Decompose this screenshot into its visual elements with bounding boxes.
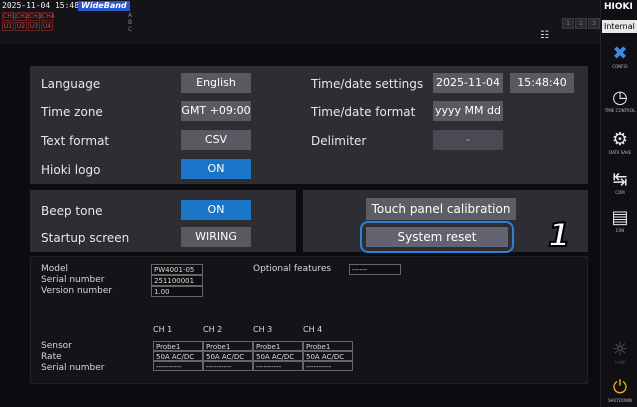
channel-indicators: CH1 CH2 CH3 CH4 U1 U2 U3 U4 [2, 12, 55, 31]
page-box[interactable]: 2 [575, 18, 587, 29]
version-label: Version number [41, 286, 113, 296]
beep-label: Beep tone [41, 204, 103, 218]
serial-cell: ---------- [203, 361, 253, 371]
beep-toggle[interactable]: ON [181, 200, 251, 220]
can-icon: ▤ [611, 207, 629, 228]
mini-indicator: A B C [128, 12, 133, 33]
rate-cell: 50A AC/DC [153, 351, 203, 361]
serial-cell: ---------- [303, 361, 353, 371]
logo-label: Hioki logo [41, 163, 101, 177]
channel-indicator: CH4 [41, 12, 55, 21]
network-icon: ☷ [540, 30, 549, 41]
status-bar: 2025-11-04 15:48:40 WideBand CH1 CH2 CH3… [0, 0, 613, 44]
sensor-table: Probe1 Probe1 Probe1 Probe1 50A AC/DC 50… [153, 341, 353, 371]
language-select[interactable]: English [181, 73, 251, 93]
channel-header: CH 3 [253, 325, 273, 334]
delimiter-select[interactable]: - [433, 130, 503, 150]
rate-cell: 50A AC/DC [303, 351, 353, 361]
channel-header: CH 2 [203, 325, 223, 334]
mode-badge: WideBand [78, 1, 130, 11]
options-value: ------ [349, 264, 401, 275]
date-field[interactable]: 2025-11-04 [433, 73, 503, 93]
sidebar-item-lamp[interactable]: ☼ LAMP [603, 340, 637, 366]
startup-label: Startup screen [41, 231, 130, 245]
channel-header: CH 1 [153, 325, 173, 334]
rate-label: Rate [41, 352, 62, 362]
delimiter-label: Delimiter [311, 134, 367, 148]
textformat-select[interactable]: CSV [181, 130, 251, 150]
channel-indicator: CH1 [2, 12, 16, 21]
device-info-panel: Model PW4001-05 Serial number 251100001 … [30, 256, 588, 384]
sidebar-item-time-control[interactable]: ◷ TIME CONTROL [603, 88, 637, 114]
page-box[interactable]: 3 [588, 18, 600, 29]
sidebar-item-com[interactable]: ↹ COM [603, 170, 637, 196]
channel-indicator: U3 [28, 22, 40, 31]
language-label: Language [41, 77, 101, 91]
sidebar-item-can[interactable]: ▤ CAN [603, 208, 637, 234]
rate-cell: 50A AC/DC [203, 351, 253, 361]
lamp-icon: ☼ [611, 339, 629, 360]
clock-icon: ◷ [612, 87, 628, 108]
sensor-cell: Probe1 [203, 341, 253, 351]
system-reset-button[interactable]: System reset [366, 227, 508, 247]
serial-label: Serial number [41, 275, 105, 285]
timeformat-select[interactable]: yyyy MM dd [433, 101, 503, 121]
textformat-label: Text format [41, 134, 110, 148]
channel-indicator: CH3 [28, 12, 42, 21]
sensor-cell: Probe1 [303, 341, 353, 351]
step-callout: 1 [547, 215, 571, 255]
com-icon: ↹ [612, 169, 628, 190]
tools-icon: ✖ [612, 43, 628, 64]
time-field[interactable]: 15:48:40 [510, 73, 574, 93]
touch-calibration-button[interactable]: Touch panel calibration [366, 198, 516, 220]
channel-header: CH 4 [303, 325, 323, 334]
channel-indicator: CH2 [15, 12, 29, 21]
logo-toggle[interactable]: ON [181, 159, 251, 179]
page-box[interactable]: 1 [562, 18, 574, 29]
sensor-cell: Probe1 [253, 341, 303, 351]
serial-cell: ---------- [153, 361, 203, 371]
sensor-serial-label: Serial number [41, 363, 105, 373]
sidebar-item-shutdown[interactable]: ⏻ SHUTDOWN [603, 378, 637, 404]
general-settings-panel [30, 66, 588, 184]
shutdown-icon: ⏻ [612, 377, 628, 398]
sidebar-item-data-save[interactable]: ⚙ DATA SAVE [603, 130, 637, 156]
options-label: Optional features [253, 264, 332, 274]
sidebar-item-config[interactable]: ✖ CONFIG [603, 44, 637, 70]
sensor-cell: Probe1 [153, 341, 203, 351]
sensor-label: Sensor [41, 341, 72, 351]
data-save-icon: ⚙ [611, 129, 629, 150]
channel-indicator: U1 [2, 22, 14, 31]
startup-select[interactable]: WIRING [181, 227, 251, 247]
model-label: Model [41, 264, 69, 274]
channel-indicator: U4 [41, 22, 53, 31]
timezone-label: Time zone [41, 105, 103, 119]
timeformat-label: Time/date format [311, 105, 416, 119]
rate-cell: 50A AC/DC [253, 351, 303, 361]
channel-indicator: U2 [15, 22, 27, 31]
serial-value: 251100001 [151, 275, 203, 286]
version-value: 1.00 [151, 286, 203, 297]
timezone-select[interactable]: GMT +09:00 [181, 101, 251, 121]
system-reset-highlight[interactable]: System reset [360, 221, 514, 253]
model-value: PW4001-05 [151, 264, 203, 275]
timedate-label: Time/date settings [311, 77, 424, 91]
serial-cell: ---------- [253, 361, 303, 371]
tab-internal[interactable]: Internal [602, 20, 637, 33]
brand-logo: HIOKI [604, 2, 633, 12]
